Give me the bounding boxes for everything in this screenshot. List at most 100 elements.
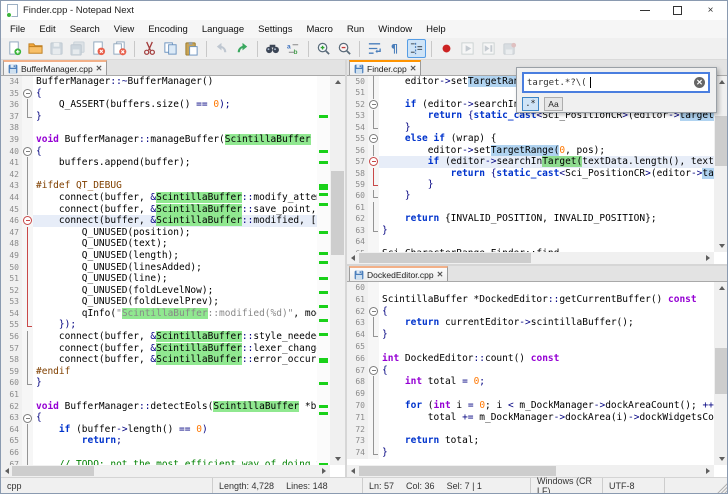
code-line-47[interactable]: 47 Q_UNUSED(position); xyxy=(1,226,317,239)
fold-margin[interactable] xyxy=(22,412,33,424)
fold-margin[interactable] xyxy=(22,215,33,227)
fold-margin[interactable] xyxy=(368,98,379,111)
code-line-50[interactable]: 50 Q_UNUSED(linesAdded); xyxy=(1,261,317,274)
code-line-59[interactable]: 59 #endif xyxy=(1,365,317,378)
code-line-35[interactable]: 35 { xyxy=(1,87,317,100)
horizontal-scrollbar-left[interactable] xyxy=(1,465,330,477)
fold-margin[interactable] xyxy=(22,365,33,378)
fold-margin[interactable] xyxy=(22,145,33,158)
fold-margin[interactable] xyxy=(368,329,379,341)
menu-item-file[interactable]: File xyxy=(3,22,32,37)
code-line-68[interactable]: 68 int total = 0; xyxy=(347,376,714,389)
status-encoding[interactable]: UTF-8 xyxy=(603,478,665,493)
fold-margin[interactable] xyxy=(368,236,379,248)
copy-button[interactable] xyxy=(161,39,180,58)
fold-margin[interactable] xyxy=(368,435,379,448)
fold-margin[interactable] xyxy=(368,224,379,237)
fold-margin[interactable] xyxy=(22,110,33,123)
fold-margin[interactable] xyxy=(368,364,379,377)
fold-margin[interactable] xyxy=(22,377,33,390)
new-file-button[interactable] xyxy=(5,39,24,58)
code-line-53[interactable]: 53 Q_UNUSED(foldLevelPrev); xyxy=(1,296,317,308)
code-line-63[interactable]: 63 return currentEditor->scintillaBuffer… xyxy=(347,317,714,330)
code-line-62[interactable]: 62 void BufferManager::detectEols(Scintil… xyxy=(1,400,317,413)
menu-item-settings[interactable]: Settings xyxy=(251,22,299,37)
fold-margin[interactable] xyxy=(368,447,379,459)
tab-finder[interactable]: Finder.cpp ✕ xyxy=(349,60,422,75)
status-language[interactable]: cpp xyxy=(1,478,213,493)
code-line-60[interactable]: 60 } xyxy=(347,190,714,202)
code-line-55[interactable]: 55 }); xyxy=(1,319,317,332)
code-line-66[interactable]: 66 xyxy=(1,447,317,459)
fold-margin[interactable] xyxy=(22,203,33,216)
code-editor-buffermanager[interactable]: 34 BufferManager::~BufferManager() 35{36 Q… xyxy=(1,76,317,465)
fold-margin[interactable] xyxy=(368,423,379,436)
undo-button[interactable] xyxy=(212,39,231,58)
fold-margin[interactable] xyxy=(22,435,33,447)
code-line-58[interactable]: 58 return {static_cast<Sci_PositionCR>(e… xyxy=(347,167,714,179)
code-line-40[interactable]: 40 { xyxy=(1,145,317,158)
fold-margin[interactable] xyxy=(368,317,379,330)
close-all-button[interactable] xyxy=(110,39,129,58)
maximize-button[interactable] xyxy=(661,1,694,20)
fold-margin[interactable] xyxy=(22,180,33,192)
code-line-52[interactable]: 52 Q_UNUSED(foldLevelNow); xyxy=(1,284,317,297)
fold-margin[interactable] xyxy=(368,190,379,202)
code-line-58[interactable]: 58 connect(buffer, &ScintillaBuffer::err… xyxy=(1,354,317,366)
code-line-39[interactable]: 39 void BufferManager::manageBuffer(Scint… xyxy=(1,133,317,146)
menu-item-run[interactable]: Run xyxy=(340,22,371,37)
fold-margin[interactable] xyxy=(22,99,33,111)
code-line-66[interactable]: 66 int DockedEditor::count() const xyxy=(347,352,714,365)
show-all-characters-button[interactable]: ¶ xyxy=(386,39,405,58)
open-file-button[interactable] xyxy=(26,39,45,58)
fold-margin[interactable] xyxy=(22,76,33,88)
macro-save-button[interactable] xyxy=(500,39,519,58)
fold-margin[interactable] xyxy=(22,122,33,134)
redo-button[interactable] xyxy=(233,39,252,58)
fold-margin[interactable] xyxy=(22,168,33,181)
fold-margin[interactable] xyxy=(368,399,379,412)
code-line-70[interactable]: 70 for (int i = 0; i < m_DockManager->do… xyxy=(347,399,714,412)
tab-close-icon[interactable]: ✕ xyxy=(437,270,444,279)
code-line-67[interactable]: 67 { xyxy=(347,364,714,377)
fold-margin[interactable] xyxy=(22,307,33,320)
menu-item-view[interactable]: View xyxy=(107,22,141,37)
code-line-72[interactable]: 72 xyxy=(347,423,714,436)
fold-margin[interactable] xyxy=(368,282,379,294)
menu-item-search[interactable]: Search xyxy=(63,22,107,37)
code-line-60[interactable]: 60 xyxy=(347,282,714,294)
clear-search-icon[interactable]: ✕ xyxy=(694,77,705,88)
fold-margin[interactable] xyxy=(22,157,33,169)
code-line-37[interactable]: 37} xyxy=(1,110,317,123)
fold-margin[interactable] xyxy=(368,110,379,122)
fold-margin[interactable] xyxy=(368,201,379,214)
code-line-54[interactable]: 54 qInfo("ScintillaBuffer::modified(%d)"… xyxy=(1,307,317,320)
code-line-46[interactable]: 46 connect(buffer, &ScintillaBuffer::mod… xyxy=(1,215,317,227)
fold-margin[interactable] xyxy=(22,296,33,308)
fold-margin[interactable] xyxy=(22,447,33,459)
menu-item-window[interactable]: Window xyxy=(371,22,419,37)
replace-button[interactable]: ab xyxy=(284,39,303,58)
macro-record-button[interactable] xyxy=(437,39,456,58)
zoom-out-button[interactable] xyxy=(335,39,354,58)
code-line-49[interactable]: 49 Q_UNUSED(length); xyxy=(1,249,317,262)
code-line-51[interactable]: 51 Q_UNUSED(line); xyxy=(1,273,317,285)
minimize-button[interactable] xyxy=(628,1,661,20)
code-line-36[interactable]: 36 Q_ASSERT(buffers.size() == 0); xyxy=(1,99,317,111)
fold-margin[interactable] xyxy=(368,340,379,353)
fold-margin[interactable] xyxy=(368,76,379,88)
code-line-65[interactable]: 65 xyxy=(347,340,714,353)
code-line-74[interactable]: 74} xyxy=(347,447,714,459)
fold-margin[interactable] xyxy=(22,423,33,436)
fold-margin[interactable] xyxy=(22,342,33,355)
fold-margin[interactable] xyxy=(368,213,379,225)
fold-margin[interactable] xyxy=(368,293,379,306)
fold-margin[interactable] xyxy=(368,133,379,145)
code-line-59[interactable]: 59 } xyxy=(347,178,714,191)
macro-run-multiple-button[interactable] xyxy=(479,39,498,58)
close-button[interactable]: × xyxy=(694,1,727,20)
code-line-44[interactable]: 44 connect(buffer, &ScintillaBuffer::mod… xyxy=(1,191,317,204)
fold-margin[interactable] xyxy=(368,305,379,318)
code-line-64[interactable]: 64 if (buffer->length() == 0) xyxy=(1,423,317,436)
code-line-62[interactable]: 62 { xyxy=(347,305,714,318)
